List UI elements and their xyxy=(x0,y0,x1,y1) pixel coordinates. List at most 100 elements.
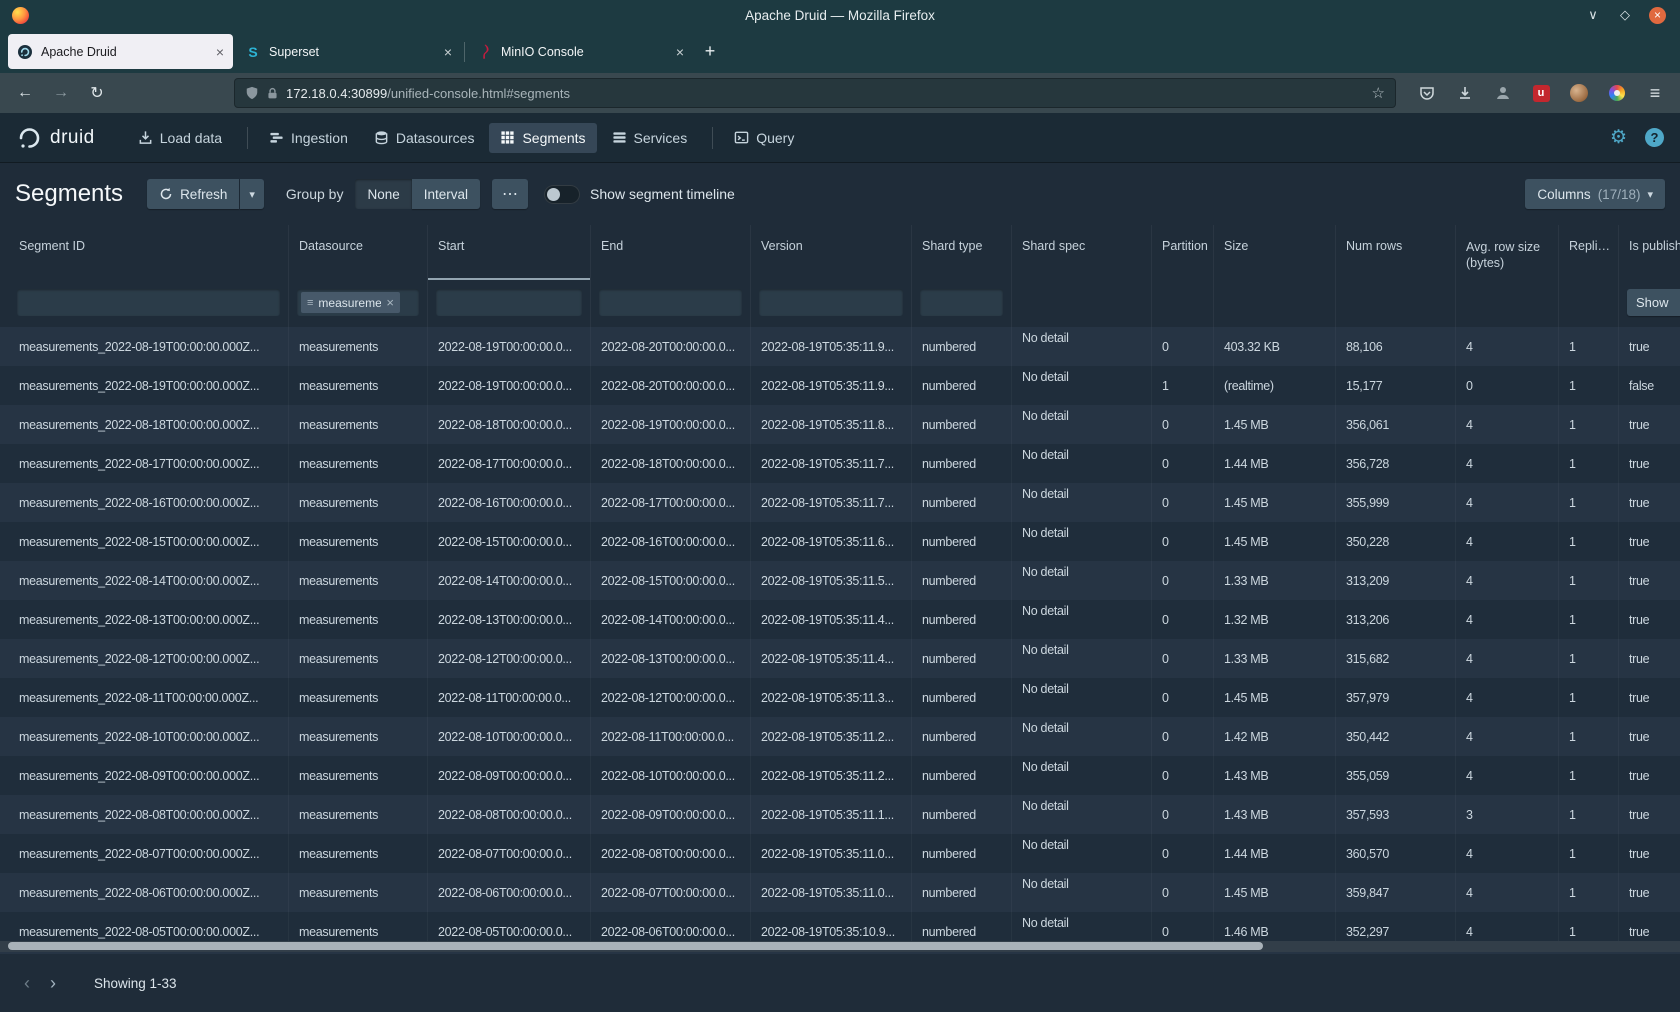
filter-input-version[interactable] xyxy=(759,289,903,316)
tab-close-icon[interactable]: × xyxy=(444,44,452,60)
horizontal-scrollbar-track[interactable] xyxy=(0,941,1680,952)
datasource-filter-tag[interactable]: ≡measurements× xyxy=(301,292,400,313)
table-row[interactable]: measurements_2022-08-07T00:00:00.000Z...… xyxy=(0,834,1680,873)
cell-avg_row_size: 4 xyxy=(1456,405,1559,444)
cell-segment_id[interactable]: measurements_2022-08-19T00:00:00.000Z... xyxy=(9,327,289,366)
cell-segment_id[interactable]: measurements_2022-08-17T00:00:00.000Z... xyxy=(9,444,289,483)
help-icon[interactable]: ? xyxy=(1645,128,1664,147)
table-row[interactable]: measurements_2022-08-15T00:00:00.000Z...… xyxy=(0,522,1680,561)
profile-avatar[interactable] xyxy=(1564,78,1594,108)
tab-apache-druid[interactable]: Apache Druid × xyxy=(8,34,233,69)
table-row[interactable]: measurements_2022-08-12T00:00:00.000Z...… xyxy=(0,639,1680,678)
cell-segment_id[interactable]: measurements_2022-08-16T00:00:00.000Z... xyxy=(9,483,289,522)
maximize-button[interactable]: ◇ xyxy=(1617,7,1633,23)
group-by-interval-button[interactable]: Interval xyxy=(412,179,480,209)
table-row[interactable]: measurements_2022-08-16T00:00:00.000Z...… xyxy=(0,483,1680,522)
nav-item-query[interactable]: Query xyxy=(723,123,805,153)
column-header-partition[interactable]: Partition xyxy=(1152,225,1214,280)
filter-select-is_published[interactable]: Show xyxy=(1627,289,1680,316)
table-row[interactable]: measurements_2022-08-19T00:00:00.000Z...… xyxy=(0,366,1680,405)
nav-item-load-data[interactable]: Load data xyxy=(127,123,233,153)
lock-icon[interactable] xyxy=(266,87,279,100)
table-row[interactable]: measurements_2022-08-19T00:00:00.000Z...… xyxy=(0,327,1680,366)
table-row[interactable]: measurements_2022-08-08T00:00:00.000Z...… xyxy=(0,795,1680,834)
next-page-button[interactable]: › xyxy=(40,970,66,996)
remove-filter-icon[interactable]: × xyxy=(386,295,394,310)
back-button[interactable]: ← xyxy=(10,78,40,108)
column-header-version[interactable]: Version xyxy=(751,225,912,280)
group-by-none-button[interactable]: None xyxy=(355,179,411,209)
nav-item-segments[interactable]: Segments xyxy=(489,123,596,153)
horizontal-scrollbar-thumb[interactable] xyxy=(8,942,1263,950)
previous-page-button[interactable]: ‹ xyxy=(14,970,40,996)
more-options-button[interactable]: ⋯ xyxy=(492,179,528,209)
segment-timeline-toggle[interactable] xyxy=(544,185,580,204)
refresh-button[interactable]: Refresh xyxy=(147,179,239,209)
column-header-size[interactable]: Size xyxy=(1214,225,1336,280)
new-tab-button[interactable]: + xyxy=(696,38,724,66)
nav-item-services[interactable]: Services xyxy=(601,123,699,153)
column-header-avg_row_size[interactable]: Avg. row size (bytes) xyxy=(1456,225,1559,280)
cell-segment_id[interactable]: measurements_2022-08-10T00:00:00.000Z... xyxy=(9,717,289,756)
cell-segment_id[interactable]: measurements_2022-08-15T00:00:00.000Z... xyxy=(9,522,289,561)
column-header-shard_spec[interactable]: Shard spec xyxy=(1012,225,1152,280)
table-row[interactable]: measurements_2022-08-11T00:00:00.000Z...… xyxy=(0,678,1680,717)
cell-segment_id[interactable]: measurements_2022-08-12T00:00:00.000Z... xyxy=(9,639,289,678)
reload-button[interactable]: ↻ xyxy=(82,78,112,108)
table-row[interactable]: measurements_2022-08-06T00:00:00.000Z...… xyxy=(0,873,1680,912)
extension-pinwheel-icon[interactable] xyxy=(1602,78,1632,108)
refresh-dropdown-button[interactable]: ▾ xyxy=(240,179,264,209)
table-row[interactable]: measurements_2022-08-13T00:00:00.000Z...… xyxy=(0,600,1680,639)
cell-segment_id[interactable]: measurements_2022-08-06T00:00:00.000Z... xyxy=(9,873,289,912)
tab-superset[interactable]: S Superset × xyxy=(236,34,461,69)
column-header-start[interactable]: Start xyxy=(428,225,591,280)
close-button[interactable]: × xyxy=(1649,7,1666,24)
cell-segment_id[interactable]: measurements_2022-08-18T00:00:00.000Z... xyxy=(9,405,289,444)
gear-icon[interactable]: ⚙ xyxy=(1610,126,1627,149)
cell-size: 1.45 MB xyxy=(1214,522,1336,561)
table-row[interactable]: measurements_2022-08-09T00:00:00.000Z...… xyxy=(0,756,1680,795)
column-header-shard_type[interactable]: Shard type xyxy=(912,225,1012,280)
columns-button[interactable]: Columns (17/18) ▾ xyxy=(1525,179,1665,209)
column-header-datasource[interactable]: Datasource xyxy=(289,225,428,280)
filter-input-shard_type[interactable] xyxy=(920,289,1003,316)
table-row[interactable]: measurements_2022-08-14T00:00:00.000Z...… xyxy=(0,561,1680,600)
cell-segment_id[interactable]: measurements_2022-08-08T00:00:00.000Z... xyxy=(9,795,289,834)
cell-segment_id[interactable]: measurements_2022-08-11T00:00:00.000Z... xyxy=(9,678,289,717)
column-header-end[interactable]: End xyxy=(591,225,751,280)
shield-icon[interactable] xyxy=(245,86,259,100)
cell-segment_id[interactable]: measurements_2022-08-14T00:00:00.000Z... xyxy=(9,561,289,600)
table-row[interactable]: measurements_2022-08-17T00:00:00.000Z...… xyxy=(0,444,1680,483)
cell-segment_id[interactable]: measurements_2022-08-13T00:00:00.000Z... xyxy=(9,600,289,639)
menu-button[interactable]: ≡ xyxy=(1640,78,1670,108)
tab-close-icon[interactable]: × xyxy=(216,44,224,60)
table-row[interactable]: measurements_2022-08-18T00:00:00.000Z...… xyxy=(0,405,1680,444)
account-icon[interactable] xyxy=(1488,78,1518,108)
url-bar[interactable]: 172.18.0.4:30899/unified-console.html#se… xyxy=(234,78,1396,108)
cell-segment_id[interactable]: measurements_2022-08-09T00:00:00.000Z... xyxy=(9,756,289,795)
table-row[interactable]: measurements_2022-08-10T00:00:00.000Z...… xyxy=(0,717,1680,756)
filter-input-end[interactable] xyxy=(599,289,742,316)
cell-segment_id[interactable]: measurements_2022-08-07T00:00:00.000Z... xyxy=(9,834,289,873)
downloads-icon[interactable] xyxy=(1450,78,1480,108)
bookmark-star-icon[interactable]: ☆ xyxy=(1372,84,1385,102)
pocket-icon[interactable] xyxy=(1412,78,1442,108)
column-header-num_rows[interactable]: Num rows xyxy=(1336,225,1456,280)
minimize-button[interactable]: ∨ xyxy=(1585,7,1601,23)
nav-item-ingestion[interactable]: Ingestion xyxy=(258,123,359,153)
cell-shard_type: numbered xyxy=(912,795,1012,834)
column-header-replicas[interactable]: Replicas xyxy=(1559,225,1619,280)
column-header-segment_id[interactable]: Segment ID xyxy=(9,225,289,280)
filter-input-datasource[interactable]: ≡measurements× xyxy=(297,289,419,316)
nav-item-datasources[interactable]: Datasources xyxy=(363,123,486,153)
column-header-is_published[interactable]: Is published xyxy=(1619,225,1680,280)
cell-segment_id[interactable]: measurements_2022-08-19T00:00:00.000Z... xyxy=(9,366,289,405)
filter-input-segment_id[interactable] xyxy=(17,289,280,316)
ublock-icon[interactable]: u xyxy=(1526,78,1556,108)
cell-partition: 0 xyxy=(1152,717,1214,756)
tab-close-icon[interactable]: × xyxy=(676,44,684,60)
tab-minio-console[interactable]: MinIO Console × xyxy=(468,34,693,69)
filter-input-start[interactable] xyxy=(436,289,582,316)
forward-button[interactable]: → xyxy=(46,78,76,108)
druid-brand[interactable]: druid xyxy=(16,125,95,151)
